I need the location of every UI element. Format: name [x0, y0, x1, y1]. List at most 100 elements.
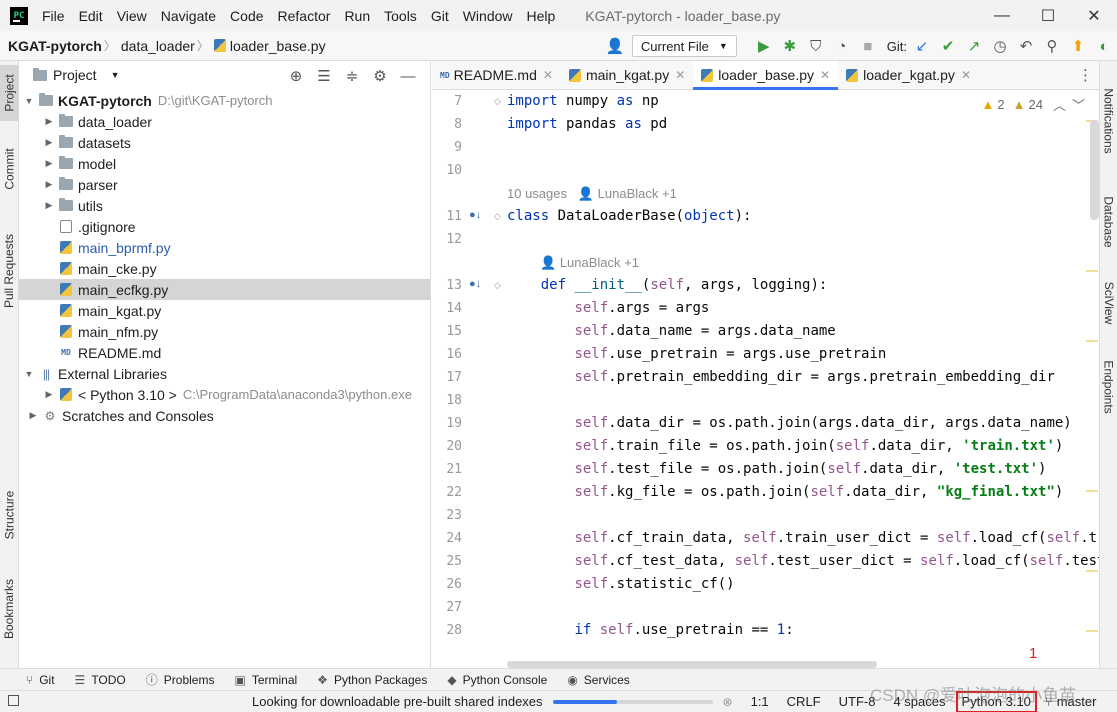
close-icon[interactable]: ✕ — [675, 68, 685, 82]
fold-icon[interactable]: ◇ — [494, 96, 501, 107]
menu-edit[interactable]: Edit — [79, 8, 103, 24]
tree-item-gitignore[interactable]: .gitignore — [19, 216, 430, 237]
warning-stripe[interactable] — [1086, 490, 1098, 492]
tool-todo[interactable]: ☰ TODO — [75, 673, 126, 687]
tool-tab-bookmarks[interactable]: Bookmarks — [0, 571, 19, 647]
debug-icon[interactable]: ✱ — [778, 34, 802, 58]
warning-stripe[interactable] — [1086, 570, 1098, 572]
tool-tab-sciview[interactable]: SciView — [1100, 273, 1117, 333]
implemented-marker-icon[interactable]: ●↓ — [469, 278, 481, 290]
menu-tools[interactable]: Tools — [384, 8, 417, 24]
git-update-icon[interactable]: ↙ — [910, 34, 934, 58]
tool-python-packages[interactable]: ❖ Python Packages — [317, 673, 427, 687]
codevision-hint[interactable]: 10 usages 👤 LunaBlack +1 — [507, 182, 677, 205]
chevron-up-icon[interactable]: ︿ — [1053, 95, 1066, 114]
fold-icon[interactable]: ◇ — [494, 280, 501, 291]
breadcrumb-folder[interactable]: data_loader — [121, 38, 195, 54]
tree-item-scratches[interactable]: ▶ ⚙ Scratches and Consoles — [19, 405, 430, 426]
expand-all-icon[interactable]: ☰ — [311, 64, 337, 88]
locate-icon[interactable]: ⊕ — [283, 64, 309, 88]
chevron-right-icon[interactable]: ▶ — [43, 179, 55, 190]
history-icon[interactable]: ◷ — [988, 34, 1012, 58]
tool-tab-commit[interactable]: Commit — [0, 141, 19, 197]
git-commit-icon[interactable]: ✔ — [936, 34, 960, 58]
tool-tab-structure[interactable]: Structure — [0, 481, 19, 549]
caret-position[interactable]: 1:1 — [751, 694, 769, 709]
vertical-scrollbar[interactable] — [1090, 120, 1099, 220]
gear-icon[interactable]: ⚙ — [367, 64, 393, 88]
menu-navigate[interactable]: Navigate — [161, 8, 216, 24]
close-icon[interactable]: ✕ — [820, 68, 830, 82]
minimize-button[interactable]: — — [979, 0, 1025, 31]
tree-item-parser[interactable]: ▶ parser — [19, 174, 430, 195]
chevron-right-icon[interactable]: ▶ — [43, 137, 55, 148]
tool-terminal[interactable]: ▣ Terminal — [234, 673, 297, 687]
tool-python-console[interactable]: ◆ Python Console — [447, 673, 547, 687]
collapse-all-icon[interactable]: ≑ — [339, 64, 365, 88]
tab-loader-base[interactable]: loader_base.py ✕ — [693, 61, 839, 90]
tree-item-model[interactable]: ▶ model — [19, 153, 430, 174]
tree-item-main-kgat[interactable]: main_kgat.py — [19, 300, 430, 321]
chevron-down-icon[interactable]: ▼ — [23, 96, 35, 106]
chevron-right-icon[interactable]: ▶ — [43, 389, 55, 400]
project-panel-title[interactable]: Project — [53, 67, 97, 83]
tree-item-datasets[interactable]: ▶ datasets — [19, 132, 430, 153]
tree-item-external-libraries[interactable]: ▼ ||| External Libraries — [19, 363, 430, 384]
chevron-right-icon[interactable]: ▶ — [43, 158, 55, 169]
line-separator[interactable]: CRLF — [787, 694, 821, 709]
stop-icon[interactable]: ■ — [856, 34, 880, 58]
menu-git[interactable]: Git — [431, 8, 449, 24]
tab-loader-kgat[interactable]: loader_kgat.py ✕ — [838, 61, 979, 89]
chevron-down-icon[interactable]: ▼ — [111, 70, 120, 80]
breadcrumb-file[interactable]: loader_base.py — [230, 38, 326, 54]
cancel-icon[interactable]: ⊗ — [723, 695, 733, 709]
tool-tab-endpoints[interactable]: Endpoints — [1100, 349, 1117, 425]
close-icon[interactable]: ✕ — [543, 68, 553, 82]
menu-help[interactable]: Help — [527, 8, 556, 24]
tool-git[interactable]: ⑂ Git — [26, 673, 55, 687]
tree-item-main-nfm[interactable]: main_nfm.py — [19, 321, 430, 342]
tool-services[interactable]: ◉ Services — [567, 673, 630, 687]
code-area[interactable]: 7 8 9 10 11 12 13 14 15 16 17 18 19 20 2… — [432, 90, 1099, 668]
search-icon[interactable]: ⚲ — [1040, 34, 1064, 58]
warning-stripe[interactable] — [1086, 630, 1098, 632]
warning-stripe[interactable] — [1086, 340, 1098, 342]
tool-tab-pull-requests[interactable]: Pull Requests — [0, 221, 19, 321]
menu-code[interactable]: Code — [230, 8, 263, 24]
menu-run[interactable]: Run — [344, 8, 370, 24]
profile-icon[interactable]: ◔ — [830, 34, 854, 58]
maximize-button[interactable]: ☐ — [1025, 0, 1071, 31]
tree-item-utils[interactable]: ▶ utils — [19, 195, 430, 216]
jetbrains-icon[interactable]: ◐ — [1092, 34, 1116, 58]
tool-problems[interactable]: ⓘ Problems — [146, 671, 215, 688]
horizontal-scrollbar[interactable] — [507, 661, 877, 668]
tool-tab-notifications[interactable]: Notifications — [1100, 71, 1117, 171]
tool-tab-database[interactable]: Database — [1100, 187, 1117, 257]
tree-item-data-loader[interactable]: ▶ data_loader — [19, 111, 430, 132]
tree-item-main-ecfkg[interactable]: main_ecfkg.py — [19, 279, 430, 300]
tree-item-main-cke[interactable]: main_cke.py — [19, 258, 430, 279]
tool-tab-project[interactable]: Project — [0, 65, 19, 121]
run-icon[interactable]: ▶ — [752, 34, 776, 58]
menu-file[interactable]: File — [42, 8, 65, 24]
tab-main-kgat[interactable]: main_kgat.py ✕ — [561, 61, 693, 89]
user-icon[interactable]: 👤 — [603, 34, 627, 58]
hide-icon[interactable]: — — [395, 64, 421, 88]
chevron-right-icon[interactable]: ▶ — [43, 200, 55, 211]
more-vertical-icon[interactable]: ⋮ — [1078, 66, 1093, 84]
codevision-hint[interactable]: 👤 LunaBlack +1 — [540, 251, 639, 274]
menu-refactor[interactable]: Refactor — [278, 8, 331, 24]
fold-icon[interactable]: ◇ — [494, 211, 501, 222]
chevron-right-icon[interactable]: ▶ — [43, 116, 55, 127]
status-message[interactable]: Looking for downloadable pre-built share… — [252, 694, 543, 709]
implemented-marker-icon[interactable]: ●↓ — [469, 209, 481, 221]
rollback-icon[interactable]: ↶ — [1014, 34, 1038, 58]
updates-icon[interactable]: ⬆ — [1066, 34, 1090, 58]
close-icon[interactable]: ✕ — [961, 68, 971, 82]
tree-root[interactable]: ▼ KGAT-pytorch D:\git\KGAT-pytorch — [19, 90, 430, 111]
close-button[interactable]: ✕ — [1071, 0, 1117, 31]
layout-toggle-icon[interactable] — [8, 695, 19, 706]
menu-window[interactable]: Window — [463, 8, 513, 24]
tree-item-main-bprmf[interactable]: main_bprmf.py — [19, 237, 430, 258]
git-push-icon[interactable]: ↗ — [962, 34, 986, 58]
